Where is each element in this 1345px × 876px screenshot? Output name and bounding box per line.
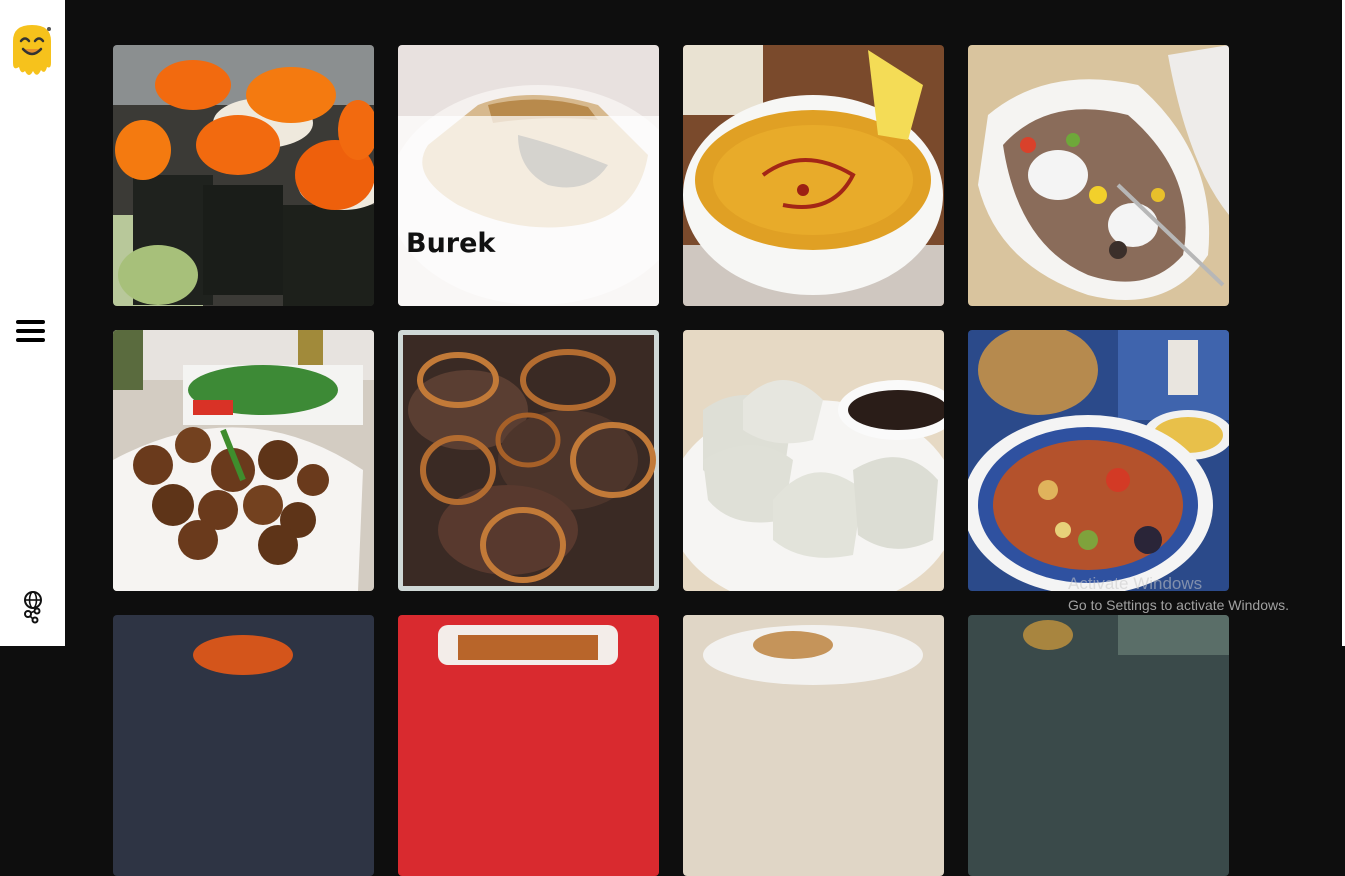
sidebar: [0, 0, 65, 646]
falafel-image: [113, 330, 374, 591]
soup-image: [683, 45, 944, 306]
sushi-image: [113, 45, 374, 306]
stew-image: [968, 330, 1229, 591]
dish-image: [683, 615, 944, 876]
dish-card[interactable]: [968, 615, 1229, 876]
dish-card-falafel[interactable]: [113, 330, 374, 591]
dish-card-sushi[interactable]: [113, 45, 374, 306]
stuffed-potato-image: [968, 45, 1229, 306]
dish-card-dumplings[interactable]: [683, 330, 944, 591]
dish-card-stuffed-potato[interactable]: [968, 45, 1229, 306]
dish-name-label: Burek: [406, 228, 496, 259]
menu-icon[interactable]: [16, 320, 48, 352]
dish-image: [398, 615, 659, 876]
dish-card-stew[interactable]: [968, 330, 1229, 591]
card-label-overlay: [398, 116, 659, 306]
watermark-title: Activate Windows: [1068, 574, 1203, 593]
dish-card-lentil-soup[interactable]: [683, 45, 944, 306]
dish-card[interactable]: [398, 615, 659, 876]
logo-icon[interactable]: [9, 23, 55, 79]
globe-language-icon[interactable]: [20, 590, 46, 624]
dish-image: [968, 615, 1229, 876]
dish-card[interactable]: [113, 615, 374, 876]
dumplings-image: [683, 330, 944, 591]
dish-card[interactable]: [683, 615, 944, 876]
watermark-subtitle: Go to Settings to activate Windows.: [1068, 597, 1289, 613]
dish-image: [113, 615, 374, 876]
dish-card-burek[interactable]: Burek: [398, 45, 659, 306]
dish-card-liver-onions[interactable]: [398, 330, 659, 591]
windows-activation-watermark: Activate Windows Go to Settings to activ…: [1068, 574, 1289, 613]
liver-image: [398, 330, 659, 591]
